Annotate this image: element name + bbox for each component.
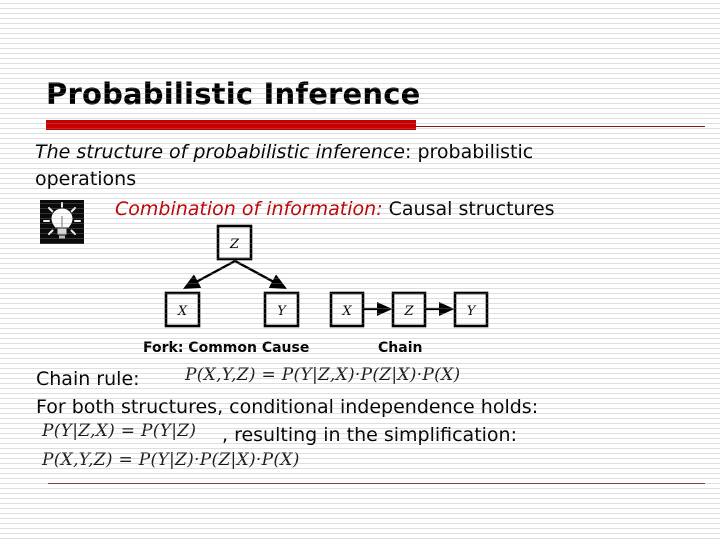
lightbulb-icon xyxy=(40,200,84,244)
causal-structures-diagram: Z X Y X Z Y xyxy=(140,222,540,342)
body-line-3-rest: Causal structures xyxy=(382,198,555,220)
chain-caption: Chain xyxy=(378,340,423,356)
conditional-independence-text: For both structures, conditional indepen… xyxy=(36,396,539,418)
svg-text:Z: Z xyxy=(403,304,414,319)
body-line-1-italic: The structure of probabilistic inference xyxy=(35,141,405,163)
simplified-formula: P(X,Y,Z) = P(Y|Z)·P(Z|X)·P(X) xyxy=(42,450,300,470)
body-line-1-rest: : probabilistic xyxy=(405,141,534,163)
svg-text:Y: Y xyxy=(467,304,477,319)
chain-rule-label: Chain rule: xyxy=(36,368,140,390)
conditional-independence-formula: P(Y|Z,X) = P(Y|Z) xyxy=(42,421,197,441)
slide-canvas: Probabilistic Inference The structure of… xyxy=(0,0,720,540)
page-title: Probabilistic Inference xyxy=(46,77,421,111)
svg-text:X: X xyxy=(177,304,188,319)
svg-text:Z: Z xyxy=(229,237,240,252)
svg-text:Y: Y xyxy=(277,304,287,319)
fork-caption: Fork: Common Cause xyxy=(143,340,310,356)
bottom-rule xyxy=(48,483,705,484)
body-line-3-red: Combination of information: xyxy=(115,198,383,220)
svg-text:X: X xyxy=(341,304,352,319)
resulting-text: , resulting in the simplification: xyxy=(222,424,517,446)
body-line-3: Combination of information: Causal struc… xyxy=(115,198,555,220)
body-line-1: The structure of probabilistic inference… xyxy=(35,141,533,163)
title-accent-bar xyxy=(46,120,416,130)
chain-rule-formula: P(X,Y,Z) = P(Y|Z,X)·P(Z|X)·P(X) xyxy=(185,365,461,385)
body-line-2: operations xyxy=(35,168,137,190)
